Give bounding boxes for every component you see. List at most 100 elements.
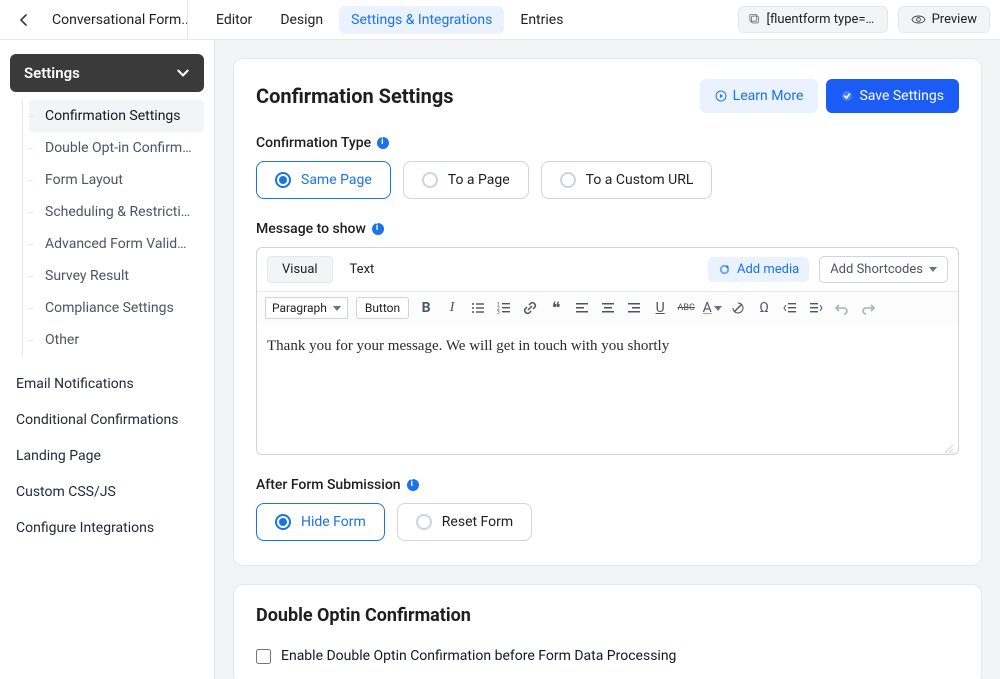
editor-toolbar: Paragraph Button B I 123 ❝ [257,291,958,324]
save-settings-label: Save Settings [859,88,944,104]
sidebar-item-scheduling[interactable]: Scheduling & Restrictions [29,196,204,228]
italic-icon[interactable]: I [443,299,461,317]
editor-content[interactable]: Thank you for your message. We will get … [257,324,958,444]
after-submission-options: Hide Form Reset Form [256,503,959,541]
outdent-icon[interactable] [781,299,799,317]
copy-icon [749,13,761,26]
tab-design[interactable]: Design [268,6,335,34]
sidebar-item-form-layout[interactable]: Form Layout [29,164,204,196]
double-optin-checkbox-row[interactable]: Enable Double Optin Confirmation before … [256,648,959,664]
sidebar-link-custom-css-js[interactable]: Custom CSS/JS [10,474,204,510]
link-icon[interactable] [521,299,539,317]
resize-icon [944,444,954,454]
breadcrumb[interactable]: Conversational Form... [38,0,188,39]
save-settings-button[interactable]: Save Settings [826,79,959,113]
sidebar-settings-header[interactable]: Settings [10,54,204,92]
bold-icon[interactable]: B [417,299,435,317]
special-char-icon[interactable]: Ω [755,299,773,317]
shortcode-pill[interactable]: [fluentform type="c... [738,6,888,33]
sidebar-link-landing-page[interactable]: Landing Page [10,438,204,474]
tab-entries[interactable]: Entries [508,6,575,34]
after-submission-label: After Form Submission [256,477,959,493]
double-optin-checkbox[interactable] [256,649,271,664]
chevron-left-icon [18,14,30,26]
sidebar-settings-label: Settings [24,64,80,82]
align-left-icon[interactable] [573,299,591,317]
chevron-down-icon [333,306,341,311]
paragraph-select[interactable]: Paragraph [265,297,348,319]
card-confirmation-settings: Confirmation Settings Learn More Save Se… [233,58,982,566]
chevron-down-icon [176,66,190,80]
shortcode-text: [fluentform type="c... [767,12,877,27]
message-label: Message to show [256,221,959,237]
sidebar-item-survey-result[interactable]: Survey Result [29,260,204,292]
main-tabs: Editor Design Settings & Integrations En… [204,6,575,34]
sidebar-item-advanced-validation[interactable]: Advanced Form Validati... [29,228,204,260]
clear-formatting-icon[interactable] [729,299,747,317]
card-double-optin: Double Optin Confirmation Enable Double … [233,584,982,679]
add-media-button[interactable]: Add media [708,257,809,282]
sidebar-link-email-notifications[interactable]: Email Notifications [10,366,204,402]
align-right-icon[interactable] [625,299,643,317]
text-color-icon[interactable]: A [703,299,721,317]
sidebar-subitems: Confirmation Settings Double Opt-in Conf… [22,100,204,356]
radio-hide-form[interactable]: Hide Form [256,503,385,541]
radio-dot-icon [416,514,432,530]
radio-dot-icon [275,514,291,530]
underline-icon[interactable]: U [651,299,669,317]
sidebar-item-double-optin[interactable]: Double Opt-in Confirma... [29,132,204,164]
sidebar: Settings Confirmation Settings Double Op… [0,40,215,679]
chevron-down-icon [929,267,937,272]
page-title: Confirmation Settings [256,84,454,108]
info-icon[interactable] [377,137,389,149]
check-icon [841,90,853,102]
card-header: Confirmation Settings Learn More Save Se… [256,79,959,113]
radio-dot-icon [275,172,291,188]
radio-to-custom-url[interactable]: To a Custom URL [541,161,713,199]
editor-tab-text[interactable]: Text [335,256,390,283]
sidebar-item-compliance[interactable]: Compliance Settings [29,292,204,324]
align-center-icon[interactable] [599,299,617,317]
strikethrough-icon[interactable]: ABC [677,299,695,317]
radio-reset-form[interactable]: Reset Form [397,503,532,541]
insert-button-button[interactable]: Button [356,297,409,319]
preview-button[interactable]: Preview [898,6,990,33]
double-optin-checkbox-label: Enable Double Optin Confirmation before … [281,648,676,664]
editor-mode-tabs: Visual Text [267,256,389,283]
quote-icon[interactable]: ❝ [547,299,565,317]
sidebar-item-confirmation-settings[interactable]: Confirmation Settings [29,100,204,132]
radio-dot-icon [422,172,438,188]
confirmation-type-label: Confirmation Type [256,135,959,151]
back-button[interactable] [10,6,38,34]
tab-settings-integrations[interactable]: Settings & Integrations [339,6,504,34]
indent-icon[interactable] [807,299,825,317]
learn-more-label: Learn More [733,88,804,104]
sidebar-item-other[interactable]: Other [29,324,204,356]
add-shortcodes-button[interactable]: Add Shortcodes [819,256,948,283]
svg-text:3: 3 [497,310,500,315]
sidebar-link-conditional-confirmations[interactable]: Conditional Confirmations [10,402,204,438]
eye-icon [911,12,926,27]
rich-text-editor: Visual Text Add media Add Shortcodes [256,247,959,455]
radio-dot-icon [560,172,576,188]
top-bar: Conversational Form... Editor Design Set… [0,0,1000,40]
radio-same-page[interactable]: Same Page [256,161,391,199]
main-content: Confirmation Settings Learn More Save Se… [215,40,1000,679]
learn-more-button[interactable]: Learn More [700,79,819,113]
unordered-list-icon[interactable] [469,299,487,317]
media-icon [718,263,731,276]
confirmation-type-options: Same Page To a Page To a Custom URL [256,161,959,199]
redo-icon[interactable] [859,299,877,317]
info-icon[interactable] [407,479,419,491]
play-icon [715,90,727,102]
tab-editor[interactable]: Editor [204,6,264,34]
radio-to-page[interactable]: To a Page [403,161,529,199]
preview-label: Preview [932,12,977,27]
ordered-list-icon[interactable]: 123 [495,299,513,317]
double-optin-title: Double Optin Confirmation [256,605,959,626]
sidebar-link-configure-integrations[interactable]: Configure Integrations [10,510,204,546]
editor-tab-visual[interactable]: Visual [267,256,333,283]
resize-handle[interactable] [257,444,958,454]
info-icon[interactable] [372,223,384,235]
undo-icon[interactable] [833,299,851,317]
